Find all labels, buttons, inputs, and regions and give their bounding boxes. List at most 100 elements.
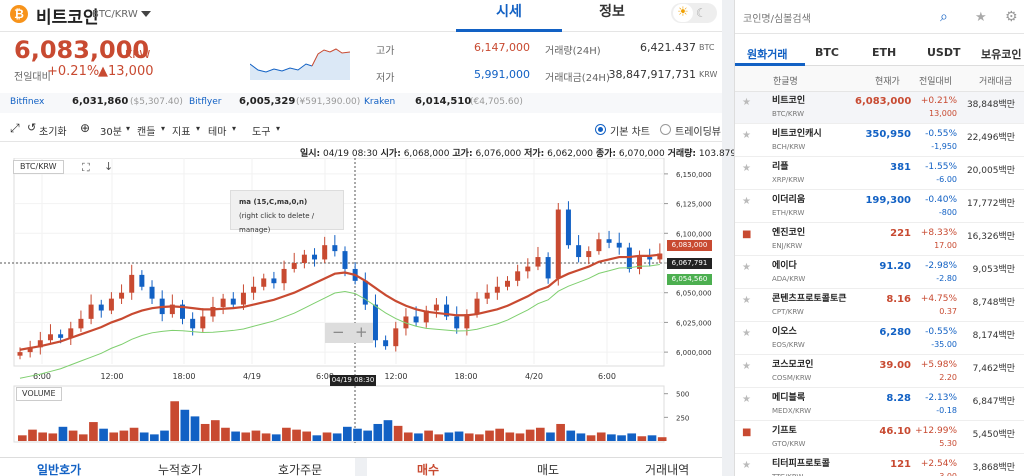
favorite-star-icon[interactable]: ★ bbox=[742, 394, 751, 405]
tradingview-radio[interactable] bbox=[660, 124, 671, 135]
candle bbox=[555, 209, 561, 279]
candle bbox=[484, 292, 490, 299]
candle bbox=[108, 298, 114, 311]
tab-eth[interactable]: ETH bbox=[872, 46, 896, 59]
market-row[interactable]: ★ 리플 XRP/KRW 381 -1.55% -6.00 20,005백만 bbox=[735, 158, 1024, 190]
favorite-star-icon[interactable]: ★ bbox=[742, 295, 751, 306]
favorite-star-icon[interactable]: ★ bbox=[742, 196, 751, 207]
candle bbox=[393, 328, 399, 347]
market-row[interactable]: ■ 기프토 GTO/KRW 46.10 +12.99% 5.30 5,450백만 bbox=[735, 422, 1024, 454]
tab-info[interactable]: 정보 bbox=[562, 0, 662, 32]
coin-change-amount: 2.20 bbox=[939, 373, 957, 382]
tab-sise[interactable]: 시세 bbox=[456, 0, 562, 32]
header-change[interactable]: 전일대비 bbox=[919, 74, 952, 87]
coin-change-percent: -2.13% bbox=[925, 393, 957, 403]
basic-chart-label[interactable]: 기본 차트 bbox=[610, 123, 650, 138]
market-row[interactable]: ■ 엔진코인 ENJ/KRW 221 +8.33% 17.00 16,326백만 bbox=[735, 224, 1024, 256]
market-row[interactable]: ★ 비트코인캐시 BCH/KRW 350,950 -0.55% -1,950 22,496백… bbox=[735, 125, 1024, 157]
header-price[interactable]: 현재가 bbox=[875, 74, 900, 87]
tab-cumulative[interactable]: 누적호가 bbox=[158, 461, 202, 476]
favorite-star-icon[interactable]: ★ bbox=[742, 460, 751, 471]
header-name[interactable]: 한글명 bbox=[773, 74, 798, 87]
fullscreen-icon[interactable]: ⛶ bbox=[82, 161, 90, 175]
zoom-in-button[interactable]: + bbox=[355, 323, 368, 341]
tab-btc[interactable]: BTC bbox=[815, 46, 839, 59]
tradingview-label[interactable]: 트레이딩뷰 bbox=[675, 123, 721, 138]
coin-trade-amount: 7,462백만 bbox=[972, 364, 1015, 374]
x-tick-label: 4/19 bbox=[243, 372, 261, 381]
tab-holdings[interactable]: 보유코인 bbox=[981, 46, 1021, 62]
tab-orderbook[interactable]: 일반호가 bbox=[37, 461, 81, 476]
tab-usdt[interactable]: USDT bbox=[927, 46, 961, 59]
favorite-star-icon[interactable]: ★ bbox=[742, 262, 751, 273]
globe-icon[interactable]: ⊕ bbox=[80, 121, 90, 135]
candlestick-chart[interactable]: 6,150,0006,125,0006,100,0006,075,0006,05… bbox=[0, 158, 722, 476]
coin-change-amount: 3.00 bbox=[913, 472, 957, 476]
coin-price: 91.20 bbox=[879, 261, 911, 272]
theme-select[interactable]: 테마 bbox=[208, 123, 226, 138]
tab-buy[interactable]: 매수 bbox=[417, 461, 439, 476]
market-row[interactable]: ★ 이오스 EOS/KRW 6,280 -0.55% -35.00 8,174백만 bbox=[735, 323, 1024, 355]
market-row[interactable]: ★ 코스모코인 COSM/KRW 39.00 +5.98% 2.20 7,462백만 bbox=[735, 356, 1024, 388]
warning-flag-icon[interactable]: ■ bbox=[742, 229, 751, 240]
volume-bar bbox=[48, 433, 58, 441]
indicator-select[interactable]: 지표 bbox=[172, 123, 190, 138]
expand-icon[interactable]: ⤢ bbox=[10, 121, 20, 136]
favorite-star-icon[interactable]: ★ bbox=[742, 97, 751, 108]
zoom-out-button[interactable]: − bbox=[332, 323, 345, 341]
coin-dropdown-icon[interactable] bbox=[141, 11, 151, 17]
volume-bar bbox=[515, 433, 525, 441]
candle bbox=[616, 242, 622, 248]
reset-button[interactable]: 초기화 bbox=[39, 123, 67, 138]
exchange-price: 6,014,510 bbox=[415, 96, 472, 107]
coin-price: 6,280 bbox=[879, 327, 911, 338]
tab-krw[interactable]: 원화거래 bbox=[747, 46, 787, 62]
candle bbox=[240, 292, 246, 305]
coin-name: 비트코인 bbox=[772, 96, 806, 106]
favorite-star-icon[interactable]: ★ bbox=[742, 361, 751, 372]
favorite-star-icon[interactable]: ★ bbox=[742, 163, 751, 174]
volume-bar bbox=[353, 428, 362, 441]
tab-sell[interactable]: 매도 bbox=[537, 461, 559, 476]
favorite-star-icon[interactable]: ★ bbox=[742, 130, 751, 141]
volume-label: VOLUME bbox=[16, 387, 62, 401]
tab-history[interactable]: 거래내역 bbox=[645, 461, 689, 476]
favorite-star-icon[interactable]: ★ bbox=[742, 328, 751, 339]
market-row[interactable]: ★ 콘텐츠프로토콜토큰 CPT/KRW 8.16 +4.75% 0.37 8,748백만 bbox=[735, 290, 1024, 322]
coin-pair: MEDX/KRW bbox=[772, 407, 812, 415]
reset-icon[interactable]: ↺ bbox=[27, 121, 36, 134]
coin-price: 8.16 bbox=[886, 294, 911, 305]
market-row[interactable]: ★ 메디블록 MEDX/KRW 8.28 -2.13% -0.18 6,847백만 bbox=[735, 389, 1024, 421]
candle bbox=[596, 239, 602, 252]
candle bbox=[190, 318, 196, 329]
tools-select[interactable]: 도구 bbox=[252, 123, 270, 138]
star-icon[interactable]: ★ bbox=[975, 10, 987, 25]
candle bbox=[362, 280, 368, 305]
candle bbox=[281, 268, 287, 284]
basic-chart-radio[interactable] bbox=[595, 124, 606, 135]
theme-toggle[interactable]: ☀ ☾ bbox=[671, 3, 717, 23]
warning-flag-icon[interactable]: ■ bbox=[742, 427, 751, 438]
exchange-name: Bitfinex bbox=[10, 97, 45, 107]
candle bbox=[606, 239, 612, 243]
exchange-name: Kraken bbox=[364, 97, 396, 107]
volume-bar bbox=[546, 432, 555, 441]
coin-price: 46.10 bbox=[879, 426, 911, 437]
header-volume[interactable]: 거래대금 bbox=[979, 74, 1012, 87]
market-row[interactable]: ★티터피프로토콜TTC/KRW121+2.54%3.003,868백만 bbox=[735, 455, 1024, 476]
gear-icon[interactable]: ⚙ bbox=[1005, 9, 1018, 25]
market-row[interactable]: ★ 이더리움 ETH/KRW 199,300 -0.40% -800 17,772백만 bbox=[735, 191, 1024, 223]
volume-bar bbox=[424, 430, 433, 441]
exchange-name: Bitflyer bbox=[189, 97, 222, 107]
coin-search-input[interactable] bbox=[743, 8, 965, 30]
market-row[interactable]: ★ 에이다 ADA/KRW 91.20 -2.98% -2.80 9,053백만 bbox=[735, 257, 1024, 289]
arrow-down-icon[interactable]: ↓ bbox=[104, 160, 113, 173]
coin-pair: EOS/KRW bbox=[772, 341, 805, 349]
search-icon[interactable]: ⌕ bbox=[940, 9, 948, 25]
volume-bar bbox=[576, 433, 586, 441]
market-row[interactable]: ★ 비트코인 BTC/KRW 6,083,000 +0.21% 13,000 38,848백… bbox=[735, 92, 1024, 124]
candle bbox=[494, 286, 500, 293]
interval-select[interactable]: 30분 bbox=[100, 123, 122, 138]
tab-quote-order[interactable]: 호가주문 bbox=[278, 461, 322, 476]
candle-select[interactable]: 캔들 bbox=[137, 123, 155, 138]
